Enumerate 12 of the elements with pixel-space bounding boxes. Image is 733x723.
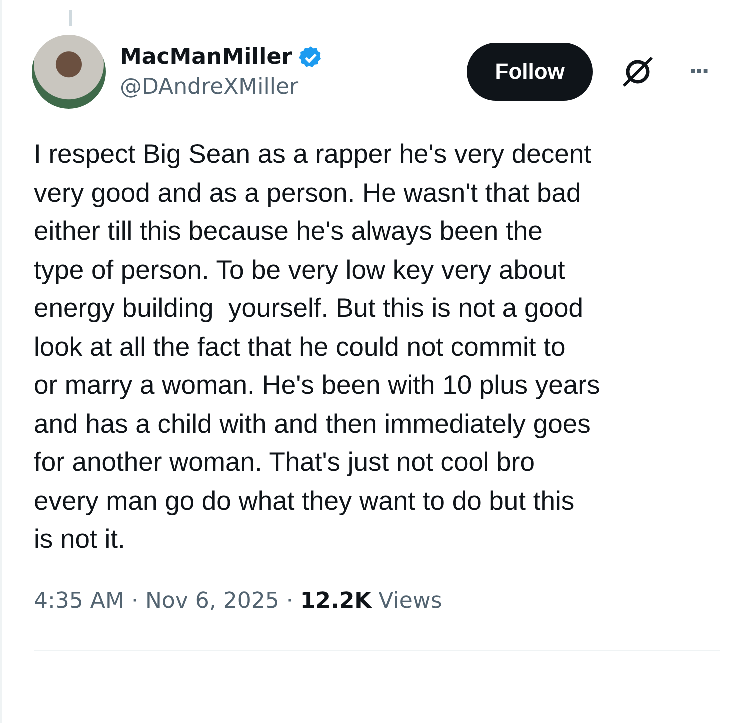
more-button[interactable]: ···: [688, 60, 708, 84]
slashed-circle-icon[interactable]: [620, 55, 655, 89]
post-time[interactable]: 4:35 AM: [34, 588, 124, 614]
post-date[interactable]: Nov 6, 2025: [145, 588, 280, 614]
post-text: I respect Big Sean as a rapper he's very decent very good and as a person. He wasn't that bad either till this because he's always been the type of person. To be very low key very about energy building yourself. But this is not a good look at all the fact that he could not commit to or marry a woman. He's been with 10 plus years and has a child with and then immediately goes for another woman. That's just not cool bro every man go do what they want to do but this is not it.: [34, 138, 602, 556]
author-name[interactable]: MacManMiller: [120, 45, 292, 70]
separator: ·: [131, 588, 138, 614]
follow-button[interactable]: Follow: [467, 43, 593, 101]
view-count: 12.2K: [300, 588, 372, 614]
author-handle[interactable]: @DAndreXMiller: [120, 74, 454, 100]
views-label: Views: [378, 588, 442, 614]
separator: ·: [286, 588, 294, 614]
